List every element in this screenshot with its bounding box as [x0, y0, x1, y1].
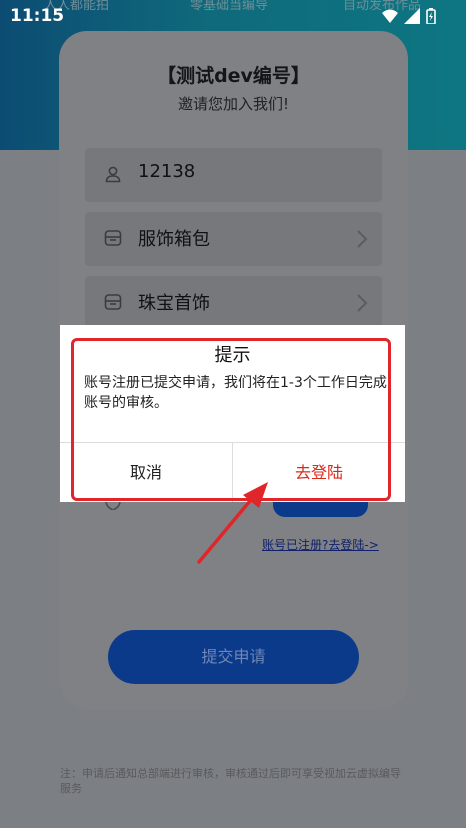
- category-value-1: 服饰箱包: [138, 229, 210, 250]
- category-value-2: 珠宝首饰: [138, 293, 210, 314]
- category-select-1[interactable]: 服饰箱包: [85, 212, 382, 266]
- card-subtitle: 邀请您加入我们!: [177, 95, 289, 113]
- battery-icon: [426, 8, 436, 24]
- alert-dialog: 提示 账号注册已提交申请，我们将在1-3个工作日完成账号的审核。 取消 去登陆: [60, 325, 405, 502]
- category-select-2[interactable]: 珠宝首饰: [85, 276, 382, 330]
- chevron-right-icon: [357, 294, 368, 312]
- category-icon: [104, 230, 122, 246]
- card-title: 【测试dev编号】: [157, 65, 310, 87]
- status-time: 11:15: [10, 6, 65, 26]
- status-icons: [382, 8, 436, 24]
- category-icon: [104, 294, 122, 310]
- footer-note: 注：申请后通知总部端进行审核，审核通过后即可享受视加云虚拟编导服务: [60, 767, 401, 795]
- login-link[interactable]: 账号已注册?去登陆->: [262, 536, 379, 553]
- status-bar: 11:15: [0, 0, 466, 34]
- dialog-cancel-button[interactable]: 取消: [60, 443, 232, 502]
- dialog-login-button[interactable]: 去登陆: [233, 443, 405, 502]
- account-field[interactable]: 12138: [85, 148, 382, 202]
- dialog-title: 提示: [214, 345, 251, 366]
- user-icon: [105, 166, 121, 183]
- account-value: 12138: [138, 161, 196, 182]
- signal-icon: [404, 8, 420, 24]
- wifi-icon: [382, 9, 398, 23]
- submit-button[interactable]: 提交申请: [108, 630, 359, 684]
- chevron-right-icon: [357, 230, 368, 248]
- dialog-message: 账号注册已提交申请，我们将在1-3个工作日完成账号的审核。: [84, 375, 387, 411]
